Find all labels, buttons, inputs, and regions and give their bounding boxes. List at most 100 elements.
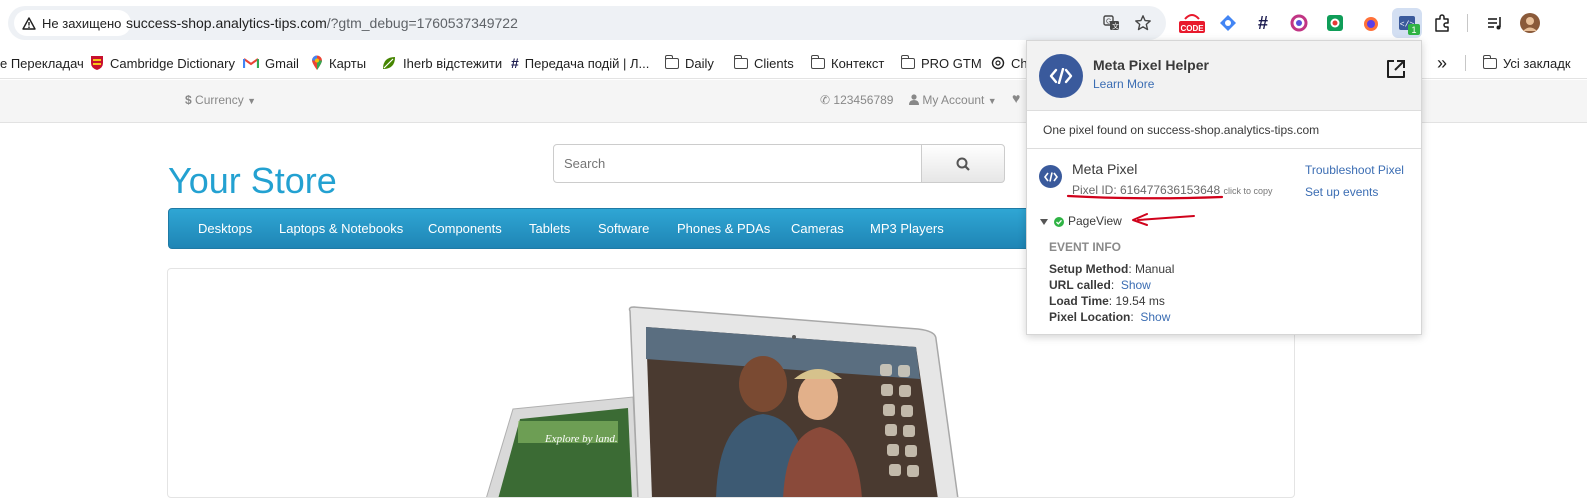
tag-assistant-icon[interactable] (1216, 11, 1240, 35)
meta-pixel-helper-extension-icon[interactable]: </> 1 (1392, 8, 1422, 38)
pixel-id-label: Pixel ID: 616477636153648 (1072, 183, 1221, 197)
menu-item-software[interactable]: Software (598, 221, 649, 236)
bookmark-folder-context[interactable]: Контекст (810, 53, 884, 73)
cambridge-shield-icon (91, 56, 103, 70)
menu-item-cameras[interactable]: Cameras (791, 221, 844, 236)
popup-title: Meta Pixel Helper (1093, 57, 1209, 73)
code-extension-label: CODE (1180, 24, 1204, 33)
folder-icon (900, 54, 915, 69)
bookmark-label: Iherb відстежити (403, 55, 503, 71)
bookmark-all-bookmarks[interactable]: Усі закладк (1482, 53, 1571, 73)
dollar-icon: $ (185, 93, 192, 107)
bookmark-label: e Перекладач (0, 55, 84, 71)
bookmark-label: Cambridge Dictionary (110, 55, 235, 71)
menu-item-desktops[interactable]: Desktops (198, 221, 252, 236)
popup-summary: One pixel found on success-shop.analytic… (1027, 111, 1421, 149)
phone-number: 123456789 (833, 93, 894, 107)
event-info-row-setup-method: Setup Method: Manual (1049, 262, 1175, 276)
bookmark-folder-daily[interactable]: Daily (664, 53, 714, 73)
media-control-icon[interactable] (1483, 11, 1507, 35)
show-location-link[interactable]: Show (1140, 310, 1170, 324)
bookmarks-overflow-button[interactable]: » (1437, 53, 1447, 73)
troubleshoot-pixel-link[interactable]: Troubleshoot Pixel (1305, 163, 1404, 177)
bookmark-maps[interactable]: Карты (311, 53, 366, 73)
bookmark-cambridge[interactable]: Cambridge Dictionary (90, 53, 235, 73)
wishlist-heart-icon[interactable]: ♥ (1012, 90, 1020, 106)
open-external-icon[interactable] (1385, 58, 1407, 85)
security-label: Не захищено (42, 15, 122, 31)
event-info-key: Load Time (1049, 294, 1109, 308)
translate-icon[interactable]: G文 (1102, 13, 1122, 33)
url-text[interactable]: success-shop.analytics-tips.com/?gtm_deb… (126, 15, 518, 31)
address-bar[interactable]: Не захищено success-shop.analytics-tips.… (8, 6, 1166, 40)
bookmark-label: PRO GTM (921, 55, 982, 71)
bookmark-label: Daily (685, 55, 714, 71)
url-host: success-shop.analytics-tips.com (126, 15, 327, 31)
my-account-dropdown[interactable]: My Account ▼ (909, 93, 997, 107)
profile-avatar[interactable] (1518, 11, 1542, 35)
bookmark-translator[interactable]: e Перекладач (0, 53, 84, 73)
bookmark-folder-clients[interactable]: Clients (733, 53, 794, 73)
url-path: /?gtm_debug=1760537349722 (326, 15, 518, 31)
my-account-label: My Account (922, 93, 985, 107)
meta-pixel-helper-popup: Meta Pixel Helper Learn More One pixel f… (1026, 40, 1422, 335)
pixel-helper-logo-icon (1039, 54, 1083, 98)
menu-item-laptops[interactable]: Laptops & Notebooks (279, 221, 403, 236)
bookmark-folder-pro-gtm[interactable]: PRO GTM (900, 53, 982, 73)
search-button[interactable] (921, 144, 1005, 183)
openai-icon (991, 56, 1005, 70)
security-chip[interactable]: Не захищено (14, 10, 132, 36)
caret-down-icon (1040, 219, 1048, 225)
search-icon (956, 157, 970, 171)
hashtag-icon: # (511, 55, 519, 71)
bookmark-chatgpt[interactable]: Ch (991, 53, 1028, 73)
pageview-event-toggle[interactable]: PageView (1039, 214, 1159, 232)
currency-label: Currency (195, 93, 244, 107)
hashtag-extension-icon[interactable]: # (1251, 11, 1275, 35)
menu-item-tablets[interactable]: Tablets (529, 221, 570, 236)
extensions-puzzle-icon[interactable] (1430, 11, 1454, 35)
setup-events-link[interactable]: Set up events (1305, 185, 1378, 199)
event-name: PageView (1068, 214, 1122, 228)
bookmark-label: Gmail (265, 55, 299, 71)
bookmark-label: Карты (329, 55, 367, 71)
event-info-key: Pixel Location (1049, 310, 1131, 324)
menu-item-phones[interactable]: Phones & PDAs (677, 221, 770, 236)
store-logo[interactable]: Your Store (168, 160, 337, 202)
bookmark-iherb[interactable]: Iherb відстежити (381, 53, 502, 73)
event-info-key: URL called (1049, 278, 1111, 292)
menu-item-components[interactable]: Components (428, 221, 502, 236)
show-url-link[interactable]: Show (1121, 278, 1151, 292)
currency-dropdown[interactable]: $ Currency ▼ (185, 93, 256, 107)
menu-item-mp3[interactable]: MP3 Players (870, 221, 944, 236)
user-icon (909, 94, 919, 105)
leaf-icon (383, 57, 395, 69)
record-extension-icon[interactable] (1323, 11, 1347, 35)
bookmark-label: Clients (754, 55, 794, 71)
phone-link[interactable]: ✆ 123456789 (820, 93, 893, 107)
learn-more-link[interactable]: Learn More (1093, 77, 1154, 91)
overflow-chevron-icon: » (1437, 52, 1448, 73)
search-input[interactable] (553, 144, 922, 183)
pixel-summary-text: One pixel found on success-shop.analytic… (1043, 123, 1320, 137)
pixel-id[interactable]: Pixel ID: 616477636153648 click to copy (1072, 183, 1273, 197)
event-info-value: Manual (1135, 262, 1175, 276)
event-info-row-url-called: URL called: Show (1049, 278, 1151, 292)
bookmark-gmail[interactable]: Gmail (243, 53, 299, 73)
code-extension-icon[interactable]: CODE (1178, 11, 1206, 35)
folder-icon (810, 54, 825, 69)
check-circle-icon (1054, 217, 1064, 227)
fox-extension-icon[interactable] (1359, 11, 1383, 35)
star-icon[interactable] (1133, 13, 1153, 33)
color-ring-extension-icon[interactable] (1287, 11, 1311, 35)
pixel-count-badge: 1 (1408, 24, 1420, 35)
phone-icon: ✆ (820, 93, 831, 107)
maps-pin-icon (312, 55, 322, 70)
event-info-key: Setup Method (1049, 262, 1129, 276)
main-menu: Desktops Laptops & Notebooks Components … (168, 208, 1028, 249)
pixel-name: Meta Pixel (1072, 161, 1138, 177)
popup-header: Meta Pixel Helper Learn More (1027, 41, 1421, 111)
event-info-heading: EVENT INFO (1049, 240, 1122, 254)
bookmark-events[interactable]: # Передача подій | Л... (511, 53, 649, 73)
event-info-value: 19.54 ms (1115, 294, 1165, 308)
